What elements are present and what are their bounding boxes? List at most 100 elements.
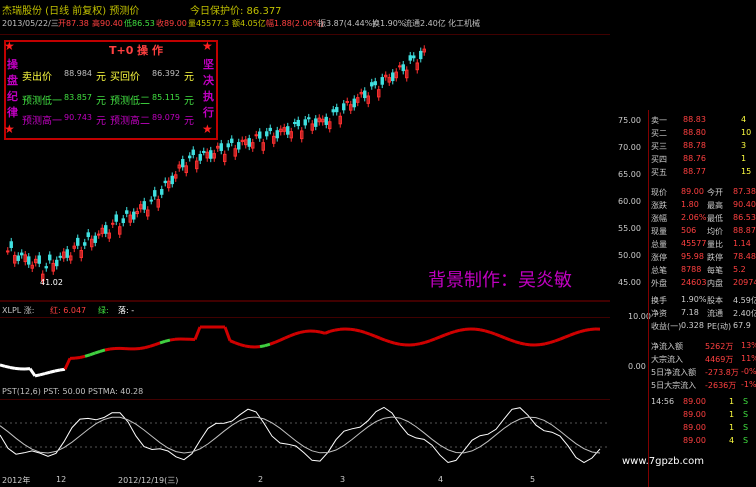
unit: 元 [96,116,106,127]
info-open: 开87.38 [58,19,89,28]
quote-row: 涨跌 1.80 最高 90.40 [649,199,756,212]
xlpl-fall: 落: - [118,306,135,315]
xlpl-segment [484,329,491,334]
tick-vol: 1 [729,423,735,432]
candle-body [247,138,251,147]
left-vertical-text: 律 [7,106,18,119]
candle-body [219,143,223,151]
xlpl-segment [314,329,321,334]
tick-side: S [743,436,749,445]
stat-value: 0.328 [681,321,704,330]
candle-body [331,109,335,113]
xlpl-segment [284,334,291,340]
xlpl-segment [34,373,41,378]
xlpl-segment [434,335,441,341]
flow-pct: 13% [741,341,756,350]
right-vertical-text: 决 [203,74,214,87]
quote-row: 总笔 8788 每笔 5.2 [649,264,756,277]
xlpl-segment [104,347,111,352]
watermark-text: 背景制作：吴炎敏 [428,270,572,291]
xlpl-segment [54,368,61,373]
xlpl-segment [509,338,516,344]
stat-row: 净资 7.18 流通 2.40亿 [649,307,756,320]
xlpl-label: XLPL 涨: [2,306,35,315]
xlpl-segment [149,343,156,348]
quote-panel: 卖一 88.83 4 买二 88.80 10 买三 88.78 3 买四 88.76 1 买五 88.77… [648,110,756,487]
website-watermark: www.7gpzb.com [622,456,704,467]
stat-value: 4.59亿 [733,296,756,305]
candle-body [188,155,192,159]
quote-row: 现量 506 均价 88.87 [649,225,756,238]
pst-chart[interactable] [0,399,610,471]
quote-value: 24603 [681,278,707,287]
candle-body [37,255,41,264]
quote-label: 外盘 [651,279,667,288]
quote-label: 跌停 [707,253,723,262]
xlpl-segment [94,349,101,355]
x-tick: 2 [258,475,264,484]
quote-row: 涨幅 2.06% 最低 86.53 [649,212,756,225]
candle-body [48,254,52,261]
candle-body [373,81,377,86]
xlpl-segment [39,372,46,377]
x-tick: 5 [530,475,536,484]
xlpl-segment [524,342,531,347]
flow-pct: -1% [741,380,756,389]
xlpl-segment [193,326,202,341]
xlpl-segment [514,340,521,345]
right-vertical-text: 执 [203,90,214,103]
predict-high2-label: 预测高二 [110,116,150,127]
quote-value: 20974 [733,278,756,287]
xlpl-segment [354,328,361,333]
quote-label: 总量 [651,240,667,249]
candle-body [198,154,202,161]
candle-body [9,241,13,248]
x-axis: 2012年 12 2012/12/19(三) 2 3 4 5 [0,473,610,487]
xlpl-chart[interactable] [0,317,610,385]
tick-price: 89.00 [683,410,706,419]
xlpl-segment [364,331,371,336]
t0-title: T+0 操 作 [108,44,164,57]
unit: 元 [184,96,194,107]
low-marker: 41.02 [40,278,63,287]
ob-price: 88.76 [683,154,706,163]
candle-body [258,131,262,139]
xlpl-segment [559,335,566,341]
ob-vol: 15 [741,167,752,176]
flow-label: 5日大宗流入 [651,381,697,390]
xlpl-red: 红: 6.047 [50,306,87,315]
quote-label: 涨跌 [651,201,667,210]
predict-high1-label: 预测高一 [22,116,62,127]
xlpl-segment [379,336,386,342]
info-sector: 化工机械 [448,19,480,28]
xlpl-segment [239,343,246,348]
candle-body [65,249,69,258]
candle-body [408,55,412,61]
price-tick: 60.00 [618,197,641,206]
stat-value: 67.9 [733,321,751,330]
xlpl-segment [394,341,401,346]
quote-value: 5.2 [733,265,746,274]
tick-side: S [743,423,749,432]
stat-row: 收益(一) 0.328 PE(动) 67.9 [649,320,756,333]
quote-label: 最高 [707,201,723,210]
xlpl-segment [229,339,236,345]
info-volume: 量45577.3 [188,19,230,28]
xlpl-segment [474,327,481,332]
xlpl-segment [244,344,251,349]
xlpl-segment [289,332,296,338]
quote-label: 涨幅 [651,214,667,223]
candle-body [419,50,423,60]
xlpl-segment [0,363,6,368]
info-bar: 2013/05/22/三 开87.38 高90.40 低86.53 收89.00… [0,18,600,32]
left-vertical-text: 盘 [7,74,18,87]
tick-vol: 1 [729,397,735,406]
ob-price: 88.77 [683,167,706,176]
pst-header: PST(12,6) PST: 50.00 PSTMA: 40.28 [0,387,610,399]
flow-row: 5日大宗流入 -2636万 -1% [649,379,756,392]
x-tick: 12 [56,475,67,484]
xlpl-segment [269,340,276,346]
candle-body [293,122,297,125]
quote-label: 现价 [651,188,667,197]
info-change: 额4.05亿 [232,19,266,28]
